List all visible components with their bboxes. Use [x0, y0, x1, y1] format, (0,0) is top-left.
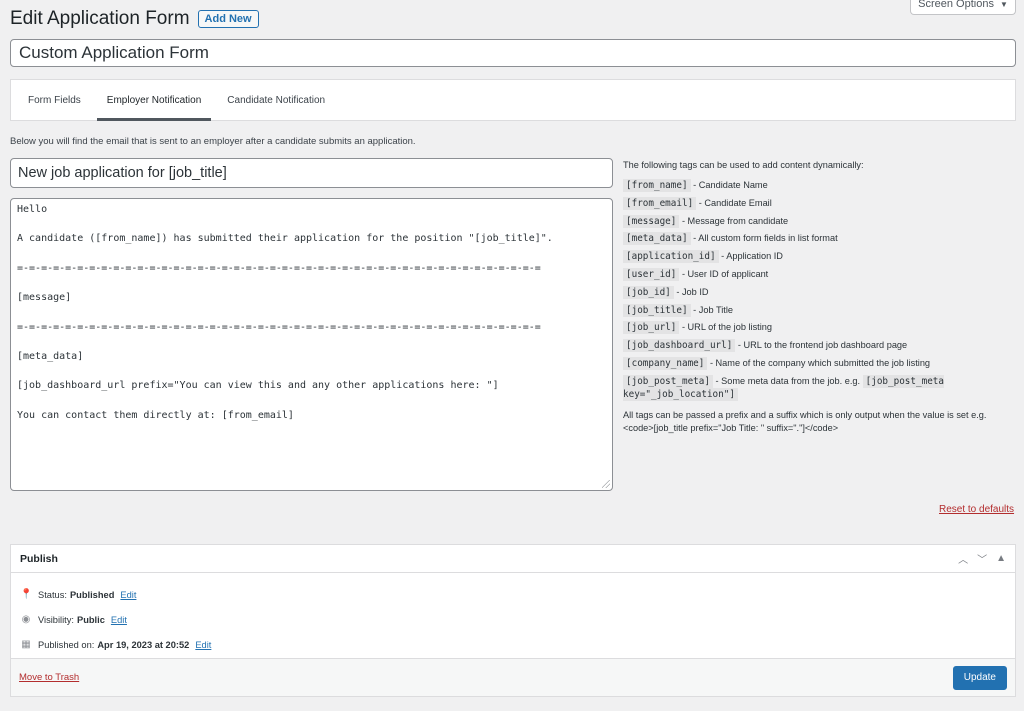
tag-description: - All custom form fields in list format	[693, 233, 838, 244]
email-body-line: You can contact them directly at: [from_…	[17, 409, 294, 421]
tag-description: - Candidate Name	[693, 180, 768, 190]
tags-intro: The following tags can be used to add co…	[623, 160, 864, 170]
tags-note: All tags can be passed a prefix and a su…	[623, 409, 987, 433]
tag-description: - User ID of applicant	[681, 268, 769, 279]
page-header: Edit Application Form Add New	[10, 8, 259, 30]
email-body-line	[17, 365, 606, 380]
tag-code: [job_dashboard_url]	[623, 339, 736, 353]
notification-tabs: Form Fields Employer Notification Candid…	[10, 79, 1016, 121]
tag-code: [job_title]	[623, 303, 691, 317]
tag-row: [job_url] - URL of the job listing	[623, 321, 1018, 335]
email-subject-input[interactable]: New job application for [job_title]	[10, 158, 613, 188]
tag-row: [user_id] - User ID of applicant	[623, 267, 1018, 281]
tag-description: - Job ID	[676, 286, 709, 297]
tag-description: - URL of the job listing	[681, 322, 772, 333]
tag-code: [job_url]	[623, 321, 680, 335]
email-body-line	[17, 335, 606, 350]
tag-row: [meta_data] - All custom form fields in …	[623, 232, 1018, 246]
publish-box: Publish ︿ ﹀ ▲ 📍 Status: Published Edit ◉…	[10, 544, 1016, 697]
move-down-icon[interactable]: ﹀	[977, 551, 987, 566]
email-body-line: [job_dashboard_url prefix="You can view …	[17, 380, 499, 392]
publish-status-row: 📍 Status: Published Edit	[11, 582, 1015, 607]
email-body-line: =-=-=-=-=-=-=-=-=-=-=-=-=-=-=-=-=-=-=-=-…	[17, 321, 541, 333]
status-value: Published	[69, 589, 115, 600]
screen-options-label: Screen Options	[918, 0, 994, 10]
eye-icon: ◉	[21, 614, 31, 625]
tag-description: - Application ID	[721, 251, 783, 262]
caret-down-icon: ▼	[999, 0, 1008, 9]
tag-description: - Candidate Email	[698, 197, 772, 208]
email-body-line	[17, 306, 606, 321]
status-label: Status:	[38, 589, 67, 600]
email-body-line: A candidate ([from_name]) has submitted …	[17, 233, 553, 245]
tag-description: - Name of the company which submitted th…	[709, 357, 931, 368]
tag-description: - URL to the frontend job dashboard page	[737, 340, 908, 351]
tag-row: [company_name] - Name of the company whi…	[623, 356, 1018, 370]
reset-to-defaults-link[interactable]: Reset to defaults	[939, 504, 1014, 515]
tag-row: [message] - Message from candidate	[623, 214, 1018, 228]
publish-header: Publish ︿ ﹀ ▲	[11, 545, 1015, 573]
tag-code: [from_email]	[623, 196, 697, 210]
tag-description: - Job Title	[693, 304, 733, 315]
visibility-value: Public	[77, 614, 105, 625]
published-on-label: Published on:	[38, 639, 95, 650]
visibility-label: Visibility:	[38, 614, 74, 625]
publish-controls: ︿ ﹀ ▲	[958, 551, 1006, 566]
move-to-trash-link[interactable]: Move to Trash	[19, 672, 79, 683]
tag-row: [job_dashboard_url] - URL to the fronten…	[623, 339, 1018, 353]
tab-form-fields[interactable]: Form Fields	[18, 80, 91, 120]
tag-code: [meta_data]	[623, 232, 691, 246]
edit-status-link[interactable]: Edit	[120, 590, 136, 600]
email-body-line	[17, 276, 606, 291]
pin-icon: 📍	[20, 589, 33, 600]
tab-candidate-notification[interactable]: Candidate Notification	[217, 80, 335, 120]
tag-code: [user_id]	[623, 267, 680, 281]
email-body-line	[17, 394, 606, 409]
screen-options-button[interactable]: Screen Options ▼	[910, 0, 1016, 15]
move-up-icon[interactable]: ︿	[958, 551, 968, 566]
published-on-value: Apr 19, 2023 at 20:52	[97, 639, 190, 650]
publish-date-row: ▦ Published on: Apr 19, 2023 at 20:52 Ed…	[11, 632, 1015, 657]
calendar-icon: ▦	[21, 639, 31, 650]
email-description: Below you will find the email that is se…	[10, 136, 416, 147]
tag-description: - Some meta data from the job. e.g.	[715, 375, 861, 386]
tag-code: [job_id]	[623, 285, 674, 299]
update-button[interactable]: Update	[952, 665, 1007, 690]
publish-footer: Move to Trash Update	[11, 658, 1015, 696]
email-body-content: Hello A candidate ([from_name]) has submi…	[17, 203, 606, 423]
email-body-line: Hello	[17, 204, 48, 215]
email-body-line: [meta_data]	[17, 350, 84, 362]
tag-description: - Message from candidate	[681, 215, 789, 226]
tag-row: [job_post_meta] - Some meta data from th…	[623, 374, 1018, 401]
edit-visibility-link[interactable]: Edit	[111, 615, 127, 625]
tag-row: [from_email] - Candidate Email	[623, 196, 1018, 210]
email-body-line	[17, 247, 606, 262]
email-body-line	[17, 218, 606, 233]
tag-code: [job_post_meta]	[623, 374, 713, 388]
collapse-toggle-icon[interactable]: ▲	[996, 553, 1006, 564]
publish-visibility-row: ◉ Visibility: Public Edit	[11, 607, 1015, 632]
tag-list: [from_name] - Candidate Name [from_email]…	[623, 179, 1018, 401]
tag-row: [job_id] - Job ID	[623, 285, 1018, 299]
add-new-button[interactable]: Add New	[197, 10, 259, 28]
email-body-line: =-=-=-=-=-=-=-=-=-=-=-=-=-=-=-=-=-=-=-=-…	[17, 262, 541, 274]
tags-help-panel: The following tags can be used to add co…	[623, 160, 1018, 435]
email-body-textarea[interactable]: Hello A candidate ([from_name]) has submi…	[10, 198, 613, 491]
tag-row: [job_title] - Job Title	[623, 303, 1018, 317]
tag-code: [company_name]	[623, 356, 708, 370]
publish-title: Publish	[20, 552, 58, 565]
edit-date-link[interactable]: Edit	[195, 640, 211, 650]
tag-code: [message]	[623, 214, 680, 228]
tag-code: [application_id]	[623, 250, 719, 264]
tag-code: [from_name]	[623, 179, 691, 192]
form-title-input[interactable]: Custom Application Form	[10, 39, 1016, 67]
tab-employer-notification[interactable]: Employer Notification	[96, 80, 212, 121]
tag-row: [application_id] - Application ID	[623, 250, 1018, 264]
page-title: Edit Application Form	[10, 8, 190, 29]
email-body-line: [message]	[17, 292, 72, 304]
resize-handle-icon[interactable]	[602, 480, 610, 488]
tag-row: [from_name] - Candidate Name	[623, 179, 1018, 192]
